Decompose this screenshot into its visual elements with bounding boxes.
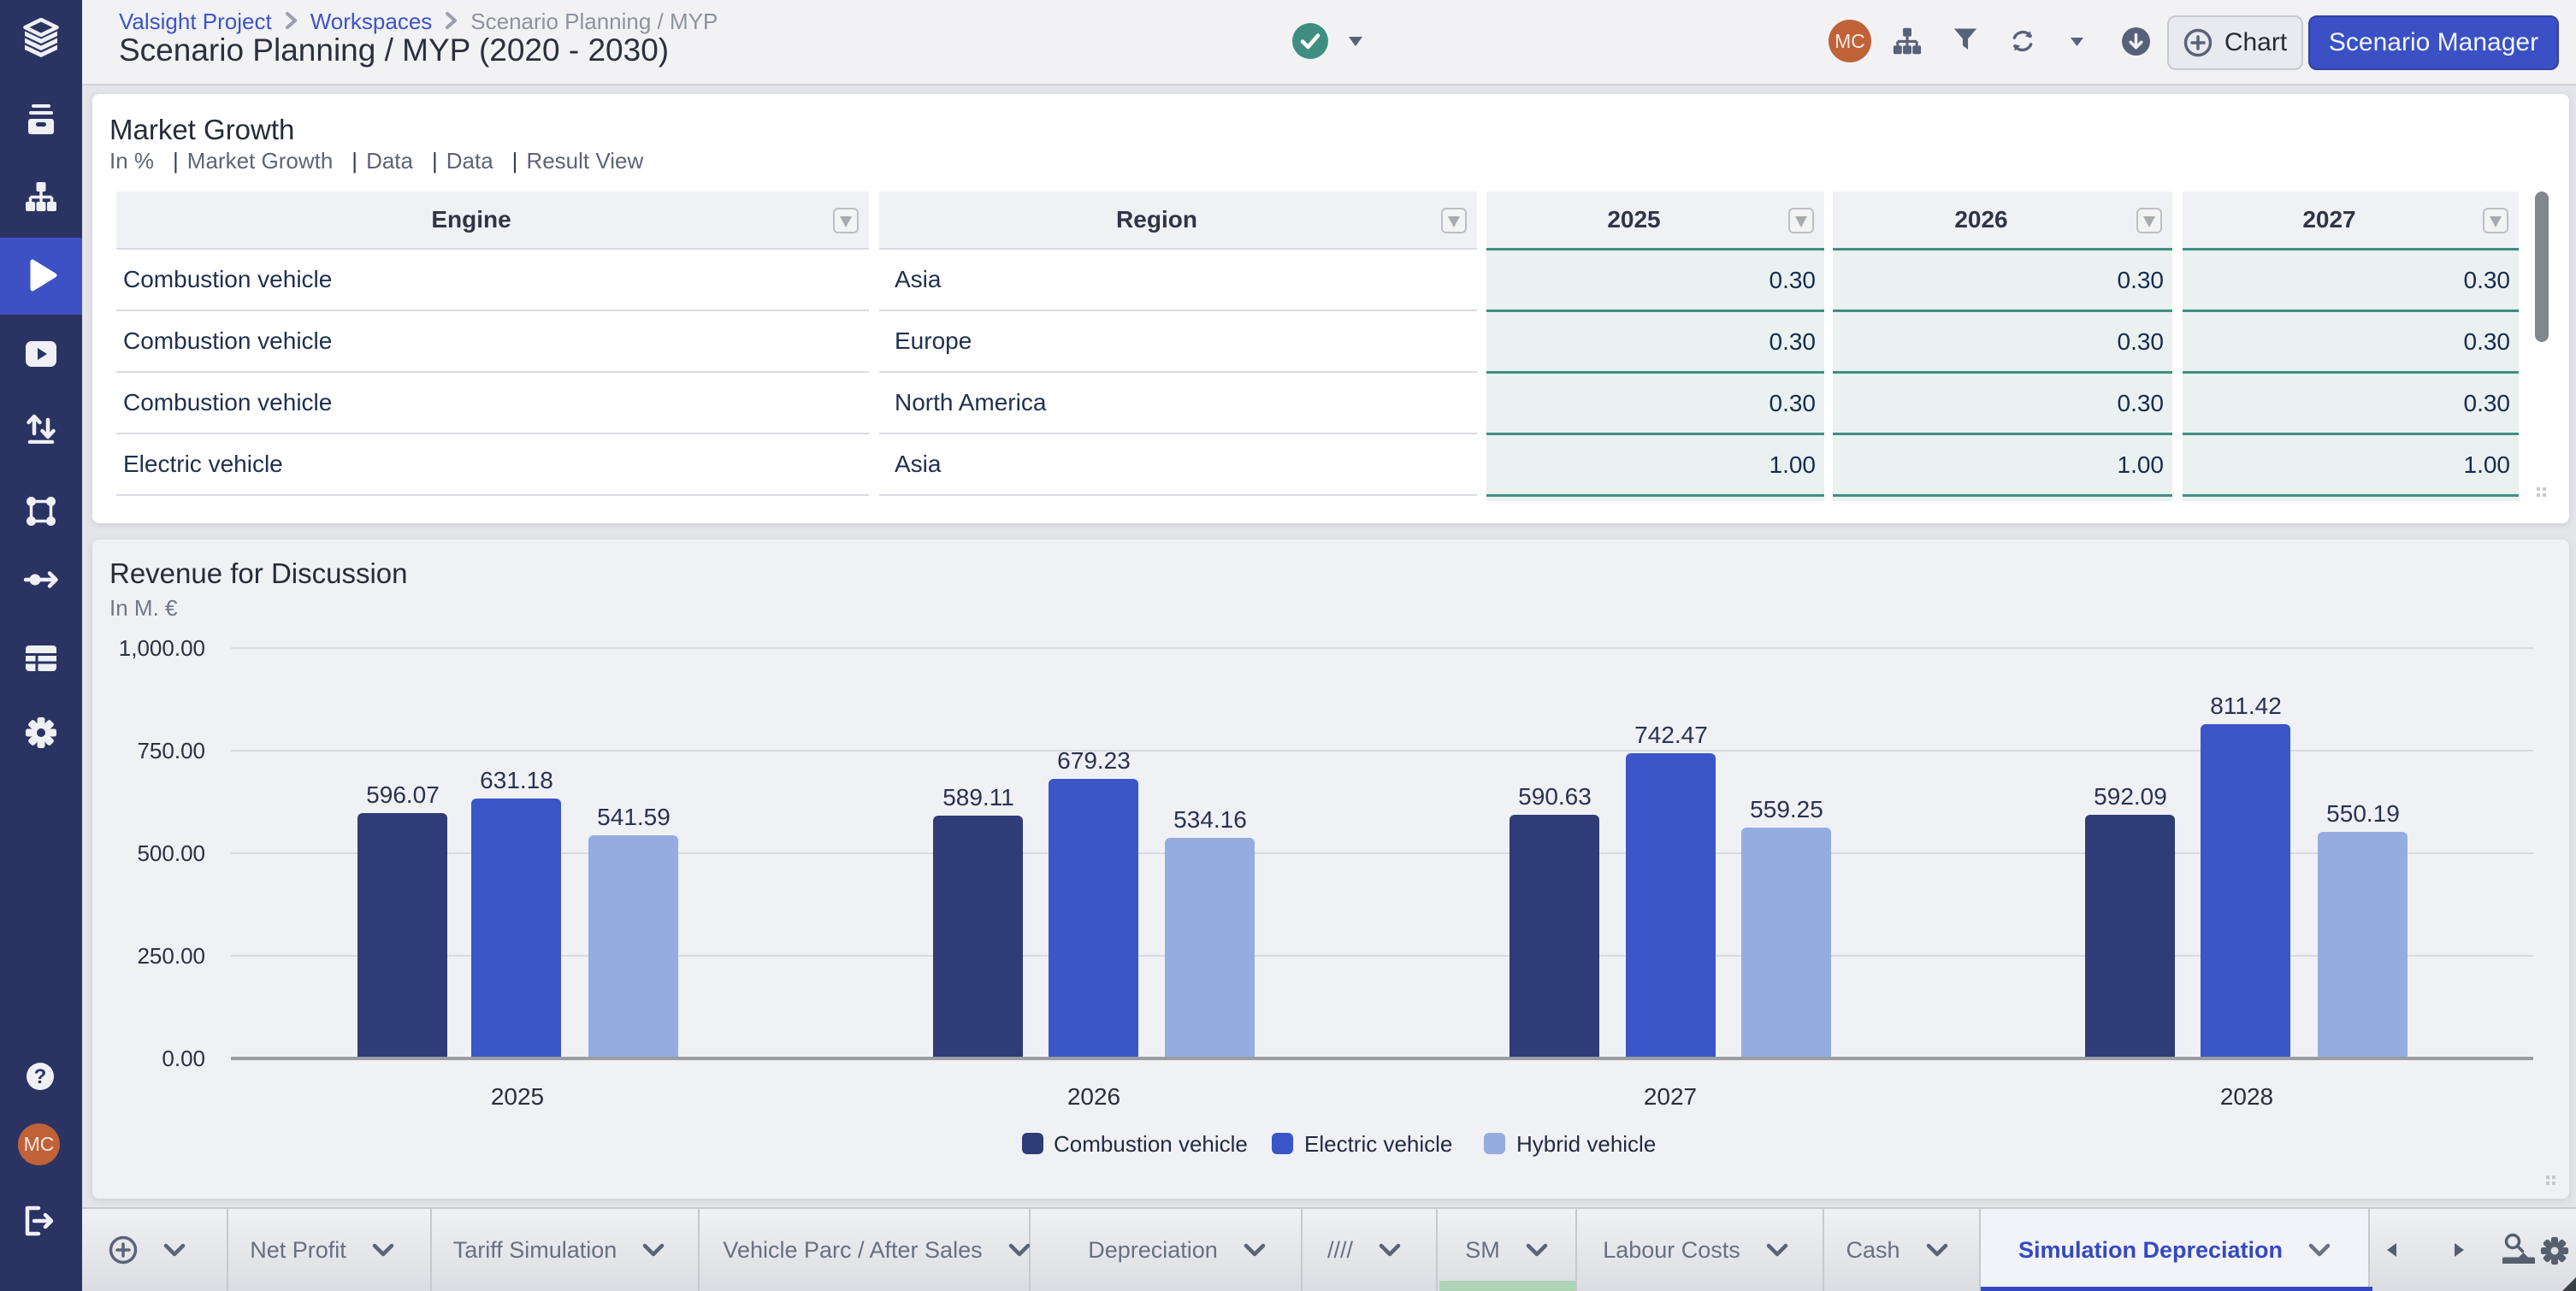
svg-text:?: ? <box>34 1065 47 1088</box>
